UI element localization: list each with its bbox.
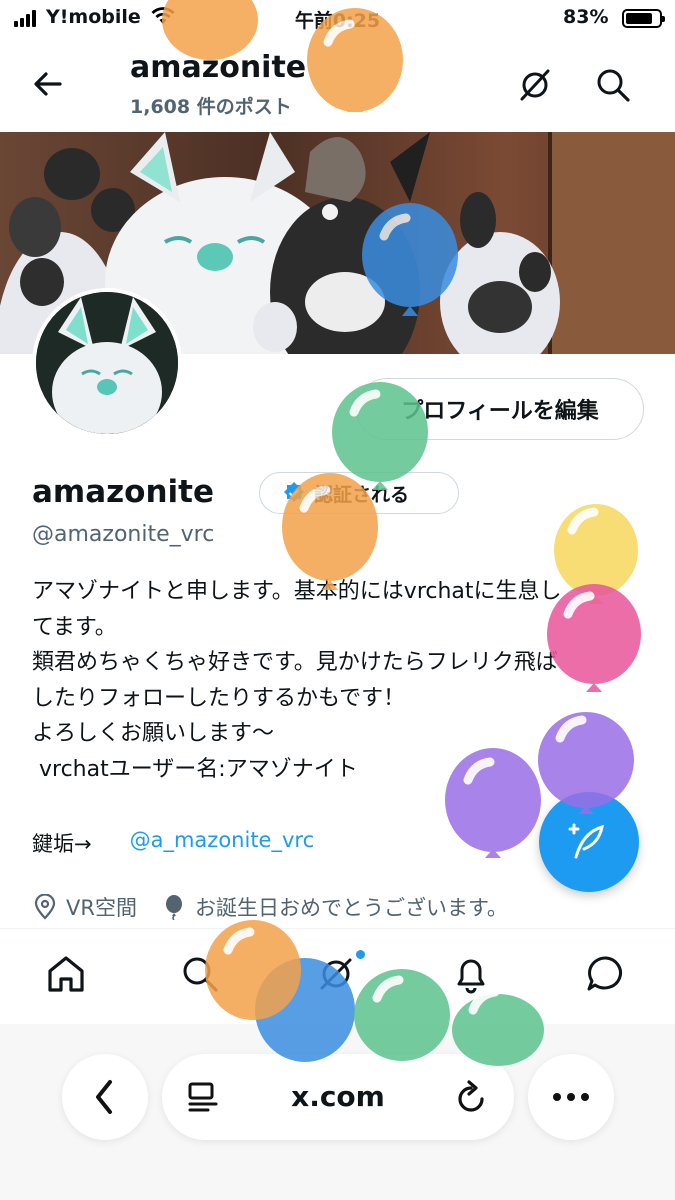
reload-icon[interactable] xyxy=(454,1078,490,1116)
avatar-image xyxy=(36,292,178,434)
bio-line: したりフォローしたりするかもです！ xyxy=(32,685,406,711)
divider xyxy=(0,928,675,929)
header-title: amazonite xyxy=(130,50,307,85)
edit-profile-button[interactable]: プロフィールを編集 xyxy=(356,378,644,440)
battery-percent: 83% xyxy=(563,6,609,28)
post-count: 1,608 件のポスト xyxy=(130,96,292,118)
search-icon[interactable] xyxy=(592,64,634,106)
bio-line: てます。 xyxy=(32,614,117,640)
address-bar[interactable]: x.com xyxy=(162,1054,514,1140)
compose-button[interactable] xyxy=(539,792,639,892)
more-dot xyxy=(567,1093,575,1101)
more-dot xyxy=(581,1093,589,1101)
chevron-left-icon xyxy=(96,1080,112,1114)
compose-icon xyxy=(568,823,604,859)
balloon-icon xyxy=(165,895,182,920)
get-verified-button[interactable]: 認証される xyxy=(259,472,459,514)
locked-account-row: 鍵垢→ @a_mazonite_vrc xyxy=(32,828,314,858)
bio: アマゾナイトと申します。基本的にはvrchatに生息し てます。 類君めちゃくち… xyxy=(32,574,652,787)
bio-line: vrchatユーザー名:アマゾナイト xyxy=(32,756,358,782)
bottom-nav xyxy=(0,940,675,1016)
display-name: amazonite xyxy=(32,474,215,510)
location-text: VR空間 xyxy=(66,896,137,920)
handle: @amazonite_vrc xyxy=(32,522,215,547)
more-button[interactable] xyxy=(528,1054,614,1140)
locked-account-link[interactable]: @a_mazonite_vrc xyxy=(130,828,315,858)
profile-header: amazonite 1,608 件のポスト xyxy=(0,36,675,130)
profile-meta: VR空間 お誕生日おめでとうございます。 xyxy=(32,892,508,922)
verified-badge-icon xyxy=(284,482,304,502)
bio-line: よろしくお願いします～ xyxy=(32,721,275,746)
bio-line: アマゾナイトと申します。基本的にはvrchatに生息し xyxy=(32,579,562,604)
back-arrow-icon[interactable] xyxy=(28,64,68,104)
battery-icon xyxy=(622,9,665,28)
status-bar: Y!mobile 午前0:25 83% xyxy=(0,0,675,36)
locked-account-label: 鍵垢→ xyxy=(32,832,92,856)
messages-icon[interactable] xyxy=(584,952,628,996)
grok-icon[interactable] xyxy=(514,64,556,106)
browser-back-button[interactable] xyxy=(62,1054,148,1140)
more-dot xyxy=(553,1093,561,1101)
birthday-text: お誕生日おめでとうございます。 xyxy=(194,896,508,920)
unread-dot xyxy=(356,950,365,959)
bio-line: 類君めちゃくちゃ好きです。見かけたらフレリク飛ば xyxy=(32,650,558,675)
grok-nav-icon[interactable] xyxy=(314,952,358,996)
home-icon[interactable] xyxy=(44,952,88,996)
bell-icon[interactable] xyxy=(449,952,493,996)
location-icon xyxy=(34,894,56,920)
avatar[interactable] xyxy=(32,288,182,438)
get-verified-label: 認証される xyxy=(314,483,410,506)
explore-icon[interactable] xyxy=(178,952,222,996)
browser-toolbar: x.com xyxy=(0,1024,675,1200)
